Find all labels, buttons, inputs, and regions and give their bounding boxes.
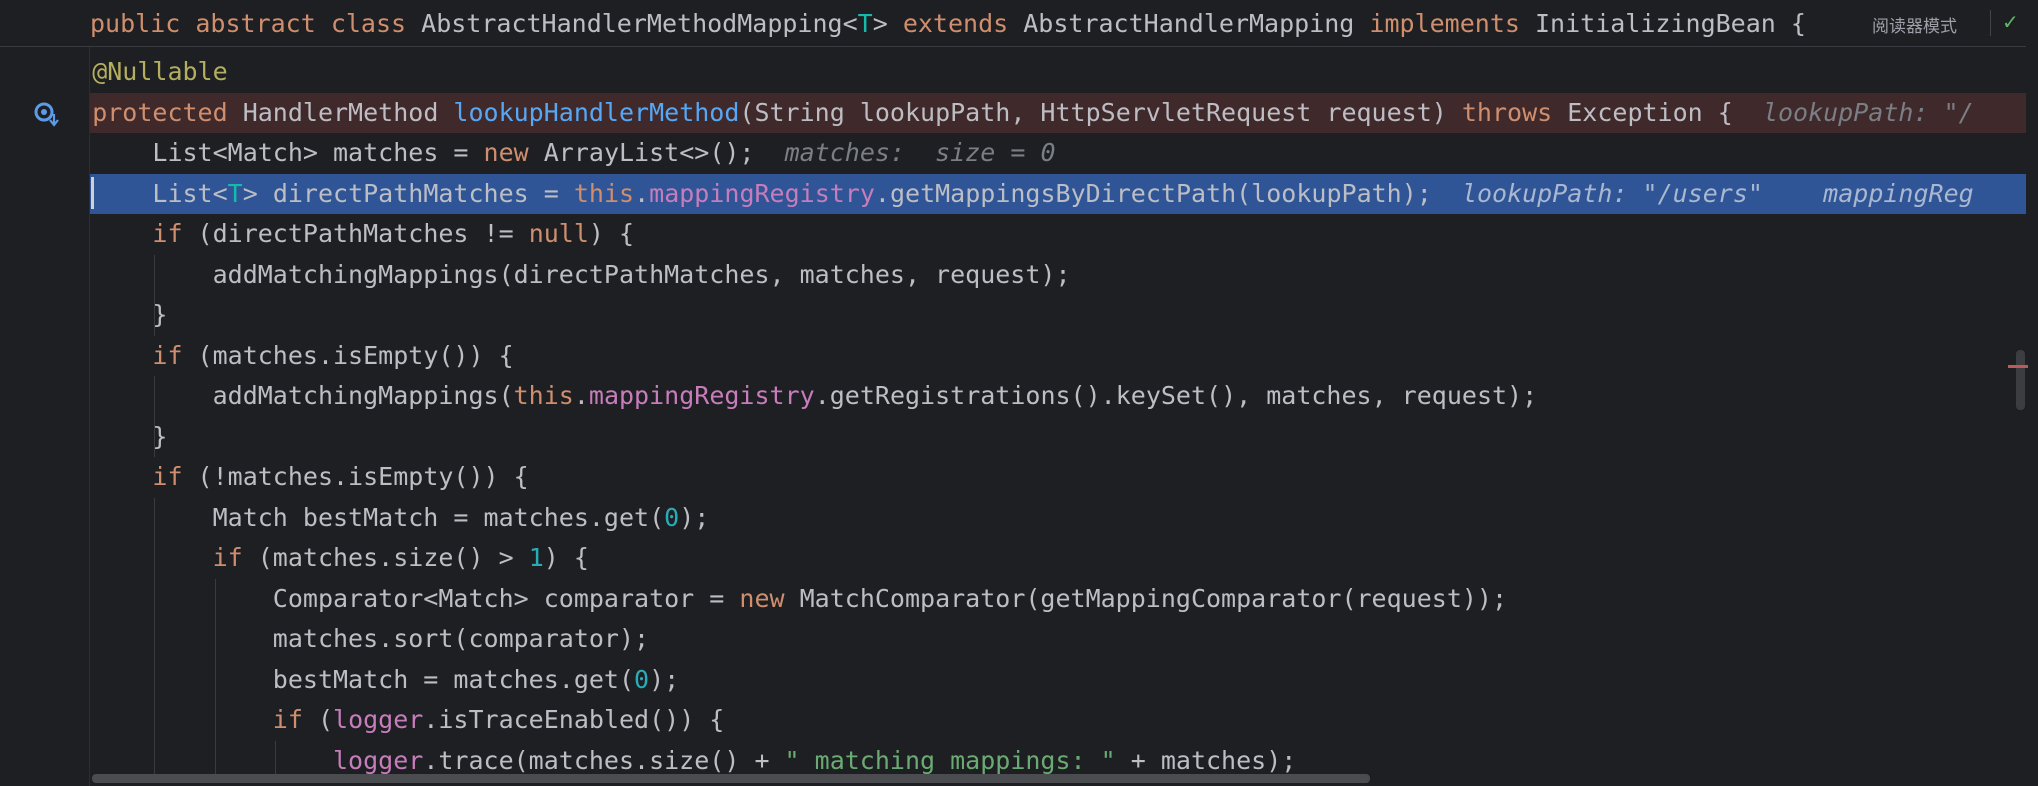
code-token: matches: size = 0 (754, 138, 1056, 167)
code-token: (!matches.isEmpty()) { (197, 462, 529, 491)
indent-guide (154, 376, 156, 457)
breakpoint-line[interactable]: protected HandlerMethod lookupHandlerMet… (90, 92, 2026, 133)
code-line[interactable]: bestMatch = matches.get(0); (90, 660, 2026, 700)
code-token: (matches.isEmpty()) { (197, 340, 514, 370)
code-line[interactable]: if (matches.isEmpty()) { (90, 336, 2026, 376)
breakpoint-scroll-marker[interactable] (2008, 365, 2028, 368)
code-token: (String lookupPath, HttpServletRequest r… (739, 97, 1462, 127)
code-token: this (513, 381, 574, 410)
code-token: if (212, 543, 258, 572)
code-token: bestMatch = matches.get( (272, 664, 635, 694)
code-token: Match bestMatch = matches.get( (212, 502, 665, 532)
vertical-scrollbar[interactable] (2026, 0, 2038, 786)
code-token: protected (92, 97, 243, 127)
indent-guide (154, 497, 156, 781)
code-line[interactable]: @Nullable (90, 52, 2026, 92)
code-token: @Nullable (92, 57, 228, 86)
code-line[interactable]: if (matches.size() > 1) { (90, 538, 2026, 578)
code-token: .trace(matches.size() + (423, 745, 785, 775)
code-token: implements (1369, 9, 1535, 38)
code-token: Comparator<Match> comparator = (272, 583, 740, 613)
code-token: addMatchingMappings( (212, 381, 514, 410)
code-line[interactable]: addMatchingMappings(this.mappingRegistry… (90, 376, 2026, 416)
code-token: .getMappingsByDirectPath(lookupPath); (874, 178, 1432, 208)
code-token: ) { (543, 543, 589, 572)
code-token: lookupPath: "/users" mappingReg (1431, 178, 1974, 208)
toolbar-separator (1990, 10, 1991, 36)
code-token: InitializingBean { (1535, 9, 1806, 38)
sticky-class-declaration[interactable]: public abstract class AbstractHandlerMet… (90, 4, 2026, 44)
code-token: lookupPath: "/ (1732, 97, 1974, 127)
code-token: AbstractHandlerMapping (1023, 9, 1370, 38)
code-token: mappingRegistry (649, 178, 875, 208)
code-token: logger (333, 705, 424, 734)
code-token: List<Match> matches = (152, 138, 484, 167)
code-token: > directPathMatches = (242, 178, 574, 208)
code-line[interactable]: addMatchingMappings(directPathMatches, m… (90, 255, 2026, 295)
code-token: if (272, 705, 318, 734)
code-token: null (528, 219, 589, 248)
code-token: if (152, 340, 198, 370)
indent-guide (154, 254, 156, 336)
code-token: if (152, 219, 198, 248)
indent-guide (214, 578, 216, 781)
code-token: AbstractHandlerMethodMapping< (421, 9, 858, 38)
code-line[interactable]: } (90, 295, 2026, 335)
code-token: + matches); (1115, 745, 1297, 775)
code-line[interactable]: if (logger.isTraceEnabled()) { (90, 700, 2026, 740)
code-token: ArrayList<>(); (543, 138, 755, 167)
code-token: ) { (588, 219, 635, 248)
code-token: > (872, 9, 903, 38)
code-line[interactable]: Match bestMatch = matches.get(0); (90, 498, 2026, 538)
code-token: lookupHandlerMethod (453, 97, 740, 127)
code-token: throws (1461, 97, 1568, 127)
code-line[interactable]: if (directPathMatches != null) { (90, 214, 2026, 254)
code-token: mappingRegistry (588, 381, 815, 410)
code-token: if (152, 462, 198, 491)
code-token: MatchComparator(getMappingComparator(req… (799, 583, 1508, 613)
code-token: .isTraceEnabled()) { (423, 705, 725, 734)
code-token: extends (902, 9, 1024, 38)
method-breakpoint-icon[interactable] (32, 100, 62, 128)
code-token: Exception { (1567, 97, 1733, 127)
horizontal-scroll-thumb[interactable] (92, 774, 1370, 783)
code-token: List< (152, 178, 228, 208)
code-token: ( (317, 705, 334, 734)
reader-mode-toggle[interactable]: 阅读器模式 (1872, 12, 1957, 37)
sticky-header[interactable]: public abstract class AbstractHandlerMet… (0, 0, 2026, 47)
code-token: matches.sort(comparator); (272, 624, 650, 653)
code-line[interactable]: matches.sort(comparator); (90, 619, 2026, 659)
code-token: 1 (528, 543, 544, 572)
code-token: T (227, 178, 243, 208)
code-token: 0 (664, 502, 680, 532)
code-line[interactable]: if (!matches.isEmpty()) { (90, 457, 2026, 497)
code-token: (directPathMatches != (197, 219, 529, 248)
code-token: 0 (634, 664, 650, 694)
code-token: . (573, 381, 589, 410)
code-token: " matching mappings: " (784, 745, 1116, 775)
code-token: (matches.size() > (257, 543, 529, 572)
vertical-scroll-thumb[interactable] (2016, 350, 2025, 410)
code-token: HandlerMethod (242, 97, 454, 127)
inspection-ok-icon[interactable]: ✓ (2002, 10, 2019, 34)
code-token: . (634, 178, 650, 208)
current-execution-line[interactable]: List<T> directPathMatches = this.mapping… (90, 173, 2026, 214)
code-token: .getRegistrations().keySet(), matches, r… (814, 381, 1538, 410)
code-token: logger (333, 745, 424, 775)
code-line[interactable]: List<Match> matches = new ArrayList<>();… (90, 133, 2026, 173)
code-token: this (573, 178, 635, 208)
code-token: ); (679, 502, 710, 532)
code-token: new (739, 583, 800, 613)
code-token: addMatchingMappings(directPathMatches, m… (212, 259, 1071, 289)
code-line[interactable]: Comparator<Match> comparator = new Match… (90, 579, 2026, 619)
code-token: T (857, 9, 873, 38)
code-token: public abstract class (90, 9, 422, 38)
code-line[interactable]: } (90, 417, 2026, 457)
code-token: ); (649, 664, 680, 694)
text-caret (91, 177, 94, 209)
code-token: new (483, 138, 544, 167)
